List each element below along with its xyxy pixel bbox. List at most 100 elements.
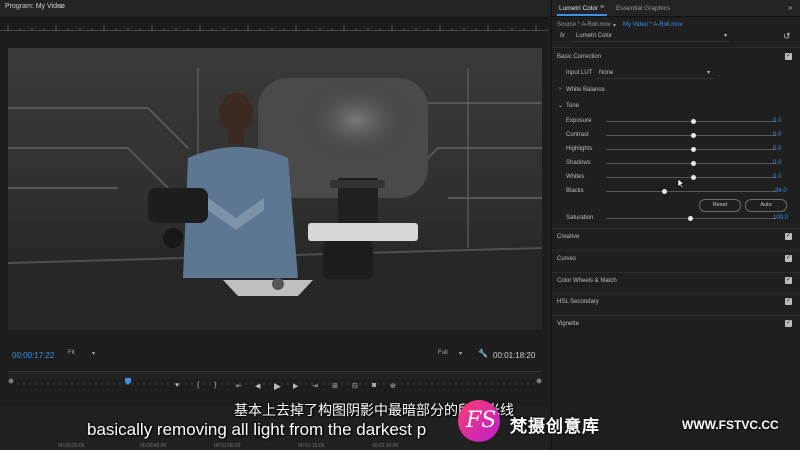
timeline-tick: 00:00:30:00 [58, 443, 85, 449]
reset-effect-icon[interactable]: ↺ [783, 31, 791, 42]
wrench-icon[interactable]: 🔧 [478, 349, 488, 358]
panel-tabs: Lumetri Color ≡ Essential Graphics » [552, 0, 800, 17]
step-forward-icon[interactable]: ▶ [293, 382, 298, 390]
chevron-down-icon: ▾ [707, 70, 711, 76]
duration-timecode: 00:01:18:20 [493, 351, 536, 360]
sequence-clip-label[interactable]: My Video * A-Roll.mov [623, 22, 683, 28]
auto-button[interactable]: Auto [745, 199, 787, 212]
section-checkbox[interactable]: ✓ [785, 298, 792, 305]
timeline-tick: 00:01:00:00 [214, 443, 241, 449]
play-icon[interactable]: ▶ [274, 381, 281, 392]
program-header: Program: My Video ≡ [0, 0, 549, 18]
section-checkbox[interactable]: ✓ [785, 255, 792, 262]
section-header-curves[interactable]: Curves [557, 256, 576, 262]
blacks-slider-knob[interactable] [662, 189, 667, 194]
highlights-value[interactable]: 0.0 [773, 146, 781, 152]
effect-select[interactable]: Lumetri Color ▾ [572, 31, 730, 42]
saturation-value[interactable]: 100.0 [773, 215, 788, 221]
timeline-tick: 00:01:15:00 [298, 443, 325, 449]
current-timecode[interactable]: 00:00:17:22 [12, 351, 54, 360]
mark-in-icon[interactable]: { [197, 382, 199, 389]
shadows-slider-knob[interactable] [691, 161, 696, 166]
exposure-slider-knob[interactable] [691, 119, 696, 124]
mark-out-icon[interactable]: } [214, 382, 216, 389]
contrast-label: Contrast [566, 132, 589, 138]
divider [552, 293, 800, 294]
camera-icon[interactable]: ◙ [372, 382, 376, 389]
section-header-color-wheels-match[interactable]: Color Wheels & Match [557, 278, 617, 284]
blacks-slider-track[interactable] [606, 191, 776, 192]
divider [552, 315, 800, 316]
transport-controls: ♥ { } ⇤ ◀ ▶ ▶ ⇥ ⊞ ⊟ ◙ ⊕ [170, 381, 400, 396]
hamburger-icon[interactable]: ≡ [600, 4, 604, 11]
monitor-ruler [0, 18, 549, 31]
resolution-select[interactable]: Full ▾ [438, 350, 466, 360]
tab-lumetri-color[interactable]: Lumetri Color [559, 5, 598, 12]
whites-value[interactable]: 0.0 [773, 174, 781, 180]
program-title: Program: My Video [5, 3, 65, 10]
chevron-down-icon: ▾ [613, 23, 617, 29]
go-to-in-icon[interactable]: ⇤ [236, 382, 242, 390]
fs-logo: FS [458, 400, 500, 442]
tab-essential-graphics[interactable]: Essential Graphics [616, 5, 670, 12]
basic-correction-header[interactable]: Basic Correction [557, 54, 601, 60]
shadows-label: Shadows [566, 160, 591, 166]
basic-correction-checkbox[interactable]: ✓ [785, 53, 792, 60]
divider [552, 47, 800, 48]
expand-icon[interactable]: » [788, 3, 792, 12]
blacks-value[interactable]: -34.0 [773, 188, 787, 194]
section-header-hsl-secondary[interactable]: HSL Secondary [557, 299, 599, 305]
chevron-down-icon: ▾ [724, 33, 728, 39]
button-editor-icon[interactable]: ⊕ [390, 382, 396, 390]
go-to-out-icon[interactable]: ⇥ [312, 382, 318, 390]
chevron-down-icon: ▾ [92, 351, 96, 357]
tone-header[interactable]: Tone [566, 103, 579, 109]
lift-icon[interactable]: ⊞ [332, 382, 338, 390]
chevron-right-icon[interactable]: › [559, 86, 561, 92]
video-frame[interactable] [8, 48, 542, 330]
highlights-label: Highlights [566, 146, 593, 152]
fs-logo-text: FS [466, 408, 497, 433]
scrub-bar[interactable] [8, 371, 542, 385]
highlights-slider-knob[interactable] [691, 147, 696, 152]
subtitle-english: basically removing all light from the da… [87, 420, 427, 439]
lumetri-panel: Lumetri Color ≡ Essential Graphics » Sou… [551, 0, 800, 450]
exposure-value[interactable]: 0.0 [773, 118, 781, 124]
exposure-label: Exposure [566, 118, 592, 124]
whites-slider-knob[interactable] [691, 175, 696, 180]
chevron-down-icon: ▾ [459, 351, 463, 357]
timeline-tick: 00:01:30:00 [372, 443, 399, 449]
zoom-select-label: Fit [68, 350, 75, 356]
program-monitor: Program: My Video ≡ 00:00:17:22 Fit ▾ Fu… [0, 0, 549, 450]
chevron-down-icon[interactable]: ⌄ [558, 102, 563, 109]
extract-icon[interactable]: ⊟ [352, 382, 358, 390]
contrast-slider-knob[interactable] [691, 133, 696, 138]
input-lut-label: Input LUT [566, 70, 593, 76]
active-tab-indicator [557, 14, 607, 16]
whites-label: Whites [566, 174, 585, 180]
timeline-tick: 00:00:45:00 [140, 443, 167, 449]
white-balance-header[interactable]: White Balance [566, 87, 605, 93]
section-checkbox[interactable]: ✓ [785, 277, 792, 284]
section-header-vignette[interactable]: Vignette [557, 321, 579, 327]
section-header-creative[interactable]: Creative [557, 234, 579, 240]
shadows-value[interactable]: 0.0 [773, 160, 781, 166]
effect-name: Lumetri Color [576, 33, 613, 39]
reset-button[interactable]: Reset [699, 199, 741, 212]
divider [552, 228, 800, 229]
divider [552, 272, 800, 273]
saturation-slider-knob[interactable] [688, 216, 693, 221]
hamburger-icon[interactable]: ≡ [59, 2, 64, 11]
step-back-icon[interactable]: ◀ [255, 382, 260, 390]
input-lut-select[interactable]: None ▾ [595, 68, 715, 79]
resolution-select-label: Full [438, 350, 448, 356]
section-checkbox[interactable]: ✓ [785, 233, 792, 240]
marker-icon[interactable]: ♥ [175, 382, 179, 389]
zoom-select[interactable]: Fit ▾ [68, 350, 100, 360]
source-clip-label[interactable]: Source * A-Roll.mov [557, 22, 611, 28]
watermark-url: WWW.FSTVC.CC [682, 418, 779, 432]
mouse-cursor [677, 178, 685, 189]
contrast-value[interactable]: 0.0 [773, 132, 781, 138]
watermark-brand: 梵摄创意库 [510, 417, 600, 437]
section-checkbox[interactable]: ✓ [785, 320, 792, 327]
